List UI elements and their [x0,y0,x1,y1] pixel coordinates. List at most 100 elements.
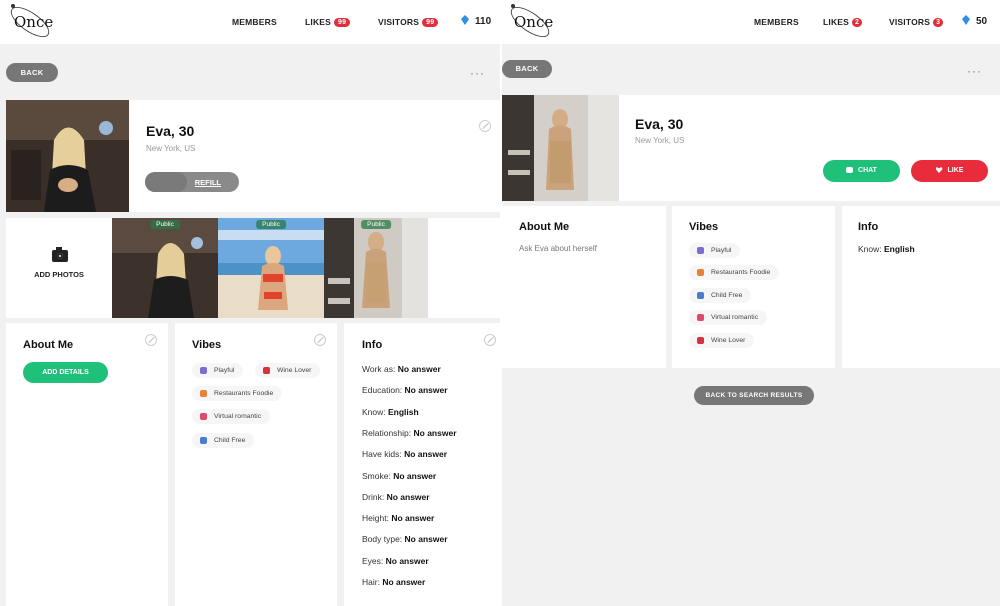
back-to-search-button[interactable]: BACK TO SEARCH RESULTS [694,386,814,405]
more-options-icon[interactable]: ··· [470,66,485,80]
profile-name: Eva, 30 [146,123,195,139]
food-icon [200,390,207,397]
nav-likes-label: LIKES [823,17,850,27]
heart-icon [697,337,704,344]
lips-icon [200,413,207,420]
info-value: English [388,406,419,417]
profile-location: New York, US [635,136,685,145]
chat-icon [846,167,854,173]
diamond-icon [962,15,970,25]
edit-about-icon[interactable] [145,334,157,346]
once-logo[interactable]: Once [6,2,54,42]
about-me-title: About Me [23,339,74,351]
vibe-tag: Wine Lover [689,333,755,348]
gallery-photo-1-image [112,218,218,318]
playful-icon [200,367,207,374]
vibe-label: Wine Lover [711,337,746,344]
profile-photo-image [6,100,129,212]
vibes-card: Vibes Playful Restaurants Foodie Child F… [672,206,835,368]
vibe-tag: Child Free [192,433,255,448]
gallery-photo-3-image [324,218,428,318]
profile-photo[interactable] [502,95,619,201]
credits-balance[interactable]: 50 [962,15,987,27]
nav-visitors[interactable]: VISITORS 3 [889,17,944,27]
likes-count-badge: 2 [852,18,863,27]
info-card: Info Work as: No answer Education: No ans… [344,323,500,606]
heart-icon [935,167,943,173]
about-me-text: Ask Eva about herself [519,244,597,253]
info-label: Know: [858,244,882,254]
visitors-count-badge: 99 [422,18,439,27]
info-card: Info Know: English [842,206,1000,368]
about-me-card: About Me Ask Eva about herself [502,206,666,368]
info-label: Body type: [362,534,403,545]
back-button[interactable]: BACK [502,60,552,78]
vibes-title: Vibes [689,221,719,233]
gallery-photo-3[interactable]: Public [324,218,428,318]
profile-photo[interactable] [6,100,129,212]
info-value: No answer [404,449,448,460]
gallery-photo-2[interactable]: Public [218,218,324,318]
vibe-tag: Virtual romantic [192,409,271,424]
playful-icon [697,247,704,254]
gallery-photo-1[interactable]: Public [112,218,218,318]
vibes-title: Vibes [192,339,222,351]
refill-progress [145,172,188,192]
like-button[interactable]: LIKE [911,160,988,182]
nav-likes[interactable]: LIKES 2 [823,17,863,27]
edit-info-icon[interactable] [484,334,496,346]
chat-button[interactable]: CHAT [823,160,900,182]
info-label: Hair: [362,577,380,587]
edit-vibes-icon[interactable] [314,334,326,346]
credits-value: 110 [475,16,492,27]
nav-members[interactable]: MEMBERS [232,17,277,27]
nav-visitors[interactable]: VISITORS 99 [378,17,439,27]
lips-icon [697,314,704,321]
info-value: No answer [385,555,429,566]
photos-card: ADD PHOTOS Public Public Public [6,218,500,318]
nav-likes[interactable]: LIKES 99 [305,17,351,27]
people-icon [200,437,207,444]
info-row: Drink: No answer [362,492,430,502]
own-profile-panel: Once MEMBERS LIKES 99 VISITORS 99 110 BACK… [0,0,500,606]
refill-button[interactable]: REFILL [145,172,239,192]
refill-label: REFILL [194,178,221,187]
vibe-label: Virtual romantic [214,413,262,420]
more-options-icon[interactable]: ··· [967,64,982,78]
edit-profile-icon[interactable] [479,120,491,132]
info-row: Work as: No answer [362,364,441,374]
add-details-button[interactable]: ADD DETAILS [23,362,108,383]
vibes-card: Vibes Playful Wine Lover Restaurants Foo… [175,323,337,606]
info-label: Eyes: [362,555,384,566]
info-row: Have kids: No answer [362,449,447,459]
info-row: Eyes: No answer [362,556,429,566]
info-label: Work as: [362,364,396,374]
visitors-count-badge: 3 [933,18,944,27]
vibe-label: Child Free [711,292,743,299]
info-row: Relationship: No answer [362,428,457,438]
info-value: No answer [393,470,437,481]
info-row: Education: No answer [362,385,448,395]
people-icon [697,292,704,299]
vibe-tag: Restaurants Foodie [192,386,283,401]
heart-icon [263,367,270,374]
credits-balance[interactable]: 110 [461,15,491,27]
add-photos-button[interactable]: ADD PHOTOS [6,218,112,318]
vibe-tag: Playful [689,243,741,258]
vibe-tag: Restaurants Foodie [689,265,780,280]
about-me-title: About Me [519,221,570,233]
nav-members[interactable]: MEMBERS [754,17,799,27]
info-value: No answer [382,577,426,587]
info-row: Know: English [858,244,915,254]
vibe-label: Virtual romantic [711,314,759,321]
info-value: No answer [404,385,448,396]
likes-count-badge: 99 [334,18,351,27]
info-row: Smoke: No answer [362,471,436,481]
back-button[interactable]: BACK [6,63,58,82]
profile-photo-image [502,95,619,201]
vibe-label: Playful [214,367,235,374]
info-label: Height: [362,513,389,524]
top-nav: Once MEMBERS LIKES 99 VISITORS 99 110 [0,0,500,44]
like-label: LIKE [947,167,964,174]
once-logo[interactable]: Once [506,2,554,42]
